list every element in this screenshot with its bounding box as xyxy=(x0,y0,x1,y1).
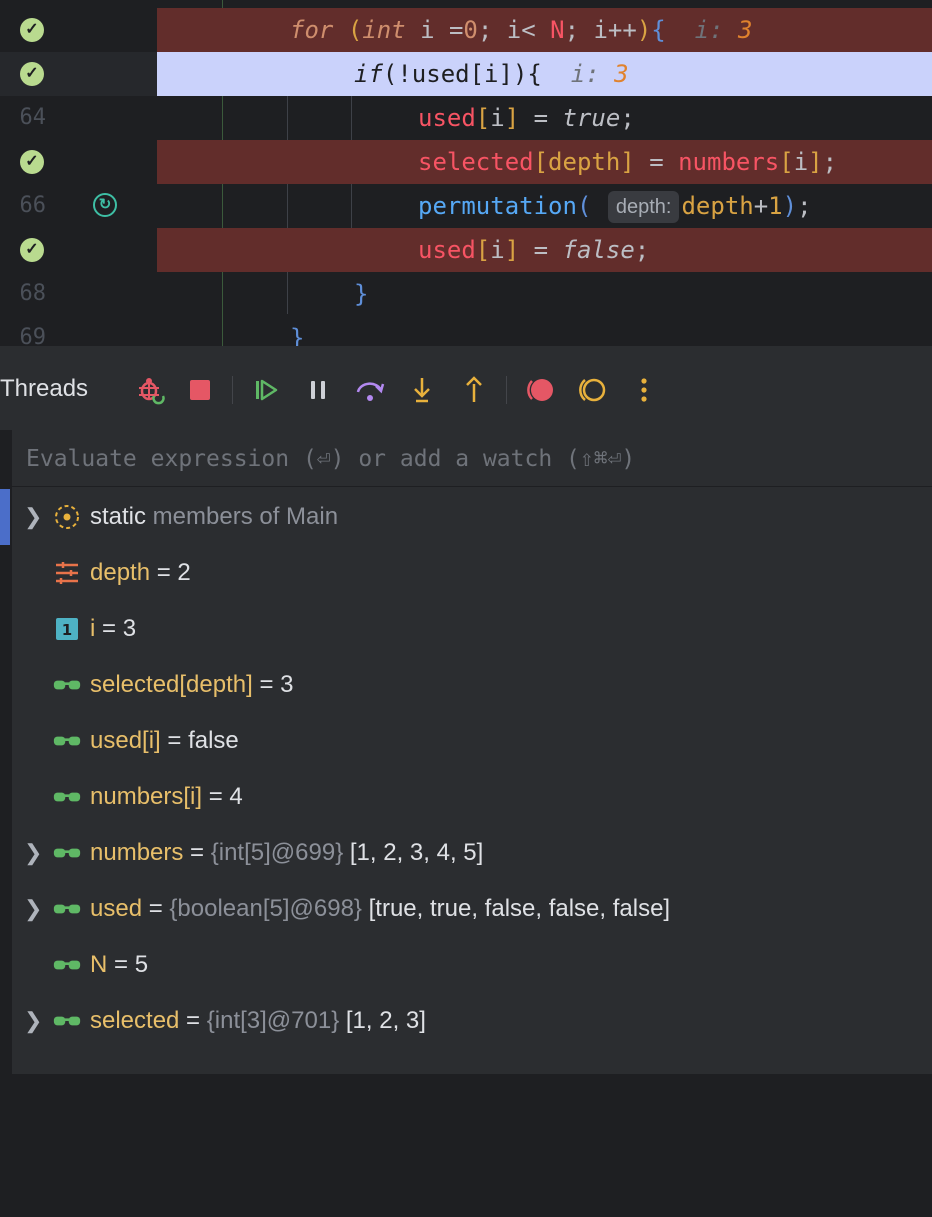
line-number: 68 xyxy=(19,281,47,306)
variable-value: = 3 xyxy=(95,615,137,642)
watch-row-n[interactable]: N = 5 xyxy=(0,937,920,993)
expand-chevron-icon[interactable]: ❯ xyxy=(24,881,42,937)
stop-icon[interactable] xyxy=(184,374,216,406)
code-text: if(!used[i]){ i: 3 xyxy=(354,60,629,88)
toolbar-separator xyxy=(506,376,507,404)
breakpoint-verified-icon[interactable]: ✓ xyxy=(20,150,44,174)
code-line[interactable]: 68 } xyxy=(0,272,932,316)
code-line[interactable]: ✓ selected[depth] = numbers[i]; xyxy=(0,140,932,184)
code-editor[interactable]: ✓ for (int i =0; i< N; i++){ i: 3 ✓ if(!… xyxy=(0,0,932,346)
variable-description: members of Main xyxy=(146,503,339,530)
code-text: selected[depth] = numbers[i]; xyxy=(418,148,838,176)
watch-row-selected[interactable]: ❯ selected = {int[3]@701} [1, 2, 3] xyxy=(0,993,920,1049)
variable-name: depth xyxy=(90,559,151,586)
variable-name: numbers xyxy=(90,839,184,866)
threads-tab[interactable]: Threads xyxy=(0,346,88,432)
watch-icon xyxy=(53,736,81,746)
object-reference: {boolean[5]@698} xyxy=(169,895,362,922)
recursive-call-icon: ↻ xyxy=(93,193,117,217)
line-number: 64 xyxy=(19,105,47,130)
view-breakpoints-icon[interactable] xyxy=(524,374,556,406)
variable-value: = 2 xyxy=(150,559,191,586)
object-reference: {int[3]@701} xyxy=(206,1007,340,1034)
variable-row-static[interactable]: ❯ static members of Main xyxy=(0,489,920,545)
code-text: for (int i =0; i< N; i++){ i: 3 xyxy=(290,16,753,44)
breakpoint-verified-icon[interactable]: ✓ xyxy=(20,238,44,262)
expand-chevron-icon[interactable]: ❯ xyxy=(24,993,42,1049)
code-line[interactable]: 64 used[i] = true; xyxy=(0,96,932,140)
variable-name: selected[depth] xyxy=(90,671,253,698)
current-execution-line[interactable]: ✓ if(!used[i]){ i: 3 xyxy=(0,52,932,96)
step-over-icon[interactable] xyxy=(354,374,386,406)
code-line[interactable]: 66 ↻ permutation( depth: depth+1); xyxy=(0,184,932,228)
resume-icon[interactable] xyxy=(250,374,282,406)
watch-icon xyxy=(53,1016,81,1026)
code-text: } xyxy=(290,324,305,346)
variable-value: = 3 xyxy=(252,671,294,698)
object-reference: {int[5]@699} xyxy=(210,839,344,866)
variable-name: used[i] xyxy=(90,727,161,754)
variable-value: = false xyxy=(160,727,239,754)
breakpoint-verified-icon[interactable]: ✓ xyxy=(20,18,44,42)
expand-chevron-icon[interactable]: ❯ xyxy=(24,489,42,545)
code-line[interactable]: ✓ used[i] = false; xyxy=(0,228,932,272)
watch-icon xyxy=(53,792,81,802)
mute-breakpoints-icon[interactable] xyxy=(576,374,608,406)
variable-value: [1, 2, 3] xyxy=(339,1007,426,1034)
variable-name: static xyxy=(90,503,147,530)
variable-value: = 5 xyxy=(107,951,149,978)
code-text: used[i] = true; xyxy=(418,104,635,132)
watch-row-used-i[interactable]: used[i] = false xyxy=(0,713,920,769)
watch-icon xyxy=(53,848,81,858)
watch-icon xyxy=(53,904,81,914)
svg-text:1: 1 xyxy=(62,621,72,639)
variable-name: numbers[i] xyxy=(90,783,203,810)
line-number: 69 xyxy=(19,325,47,346)
watch-icon xyxy=(53,960,81,970)
watch-row-numbers-i[interactable]: numbers[i] = 4 xyxy=(0,769,920,825)
code-text: } xyxy=(354,280,369,308)
variable-name: used xyxy=(90,895,143,922)
evaluate-expression-input[interactable]: Evaluate expression (⏎) or add a watch (… xyxy=(12,430,932,487)
variable-value: [true, true, false, false, false] xyxy=(361,895,671,922)
line-number: 66 xyxy=(19,193,47,218)
watch-icon xyxy=(53,680,81,690)
static-members-icon xyxy=(55,505,79,529)
watch-row-used[interactable]: ❯ used = {boolean[5]@698} [true, true, f… xyxy=(0,881,920,937)
more-options-icon[interactable] xyxy=(628,374,660,406)
parameter-icon xyxy=(56,562,78,584)
parameter-hint: depth: xyxy=(607,191,680,223)
step-into-icon[interactable] xyxy=(406,374,438,406)
code-text: used[i] = false; xyxy=(418,236,650,264)
variable-value: = 4 xyxy=(202,783,243,810)
code-line[interactable]: 69 } xyxy=(0,316,932,346)
step-out-icon[interactable] xyxy=(458,374,490,406)
code-line[interactable]: ✓ for (int i =0; i< N; i++){ i: 3 xyxy=(0,8,932,52)
variable-name: selected xyxy=(90,1007,180,1034)
debug-toolbar: Threads xyxy=(0,346,932,430)
local-variable-icon: 1 xyxy=(56,618,78,640)
breakpoint-verified-icon[interactable]: ✓ xyxy=(20,62,44,86)
expand-chevron-icon[interactable]: ❯ xyxy=(24,825,42,881)
code-text: permutation( depth: depth+1); xyxy=(418,184,812,228)
rerun-debug-icon[interactable] xyxy=(134,374,166,406)
variable-row-i[interactable]: 1 i = 3 xyxy=(0,601,920,657)
watch-row-selected-depth[interactable]: selected[depth] = 3 xyxy=(0,657,920,713)
toolbar-separator xyxy=(232,376,233,404)
variable-value: [1, 2, 3, 4, 5] xyxy=(343,839,484,866)
watch-row-numbers[interactable]: ❯ numbers = {int[5]@699} [1, 2, 3, 4, 5] xyxy=(0,825,920,881)
pause-icon[interactable] xyxy=(302,374,334,406)
variable-row-depth[interactable]: depth = 2 xyxy=(0,545,920,601)
variable-name: N xyxy=(90,951,108,978)
